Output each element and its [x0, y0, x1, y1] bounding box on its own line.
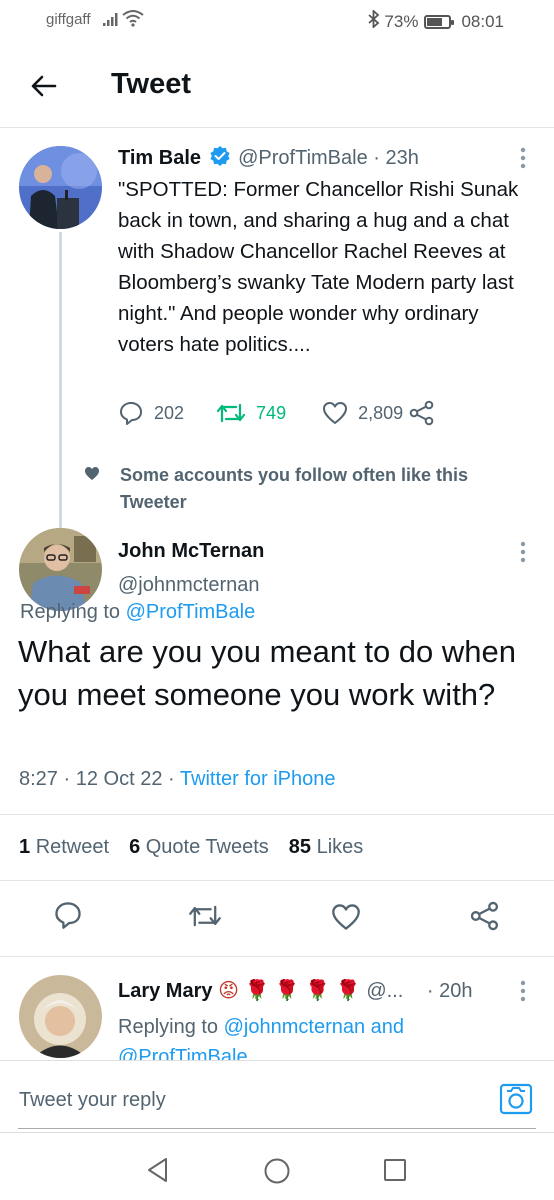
battery-percent: 73% [384, 11, 419, 31]
quote-label: Quote Tweets [145, 836, 269, 858]
tweet1-handle[interactable]: @ProfTimBale [238, 147, 368, 169]
tweet2-meta: 8:27 · 12 Oct 22 · Twitter for iPhone [19, 768, 336, 791]
tweet1-header: Tim Bale @ProfTimBale · 23h [118, 145, 419, 173]
tweet1-actions: 202 749 2,809 [118, 400, 435, 426]
replying-and: and [370, 1016, 405, 1038]
avatar-lary-mary[interactable] [19, 975, 102, 1058]
share-icon [470, 901, 499, 931]
status-right: 73% 08:01 [368, 8, 504, 33]
tweet1-retweet-count: 749 [256, 402, 287, 423]
divider [0, 956, 554, 957]
page-title: Tweet [111, 68, 192, 100]
wifi-icon [122, 9, 144, 32]
tweet2-replying-to: Replying to @ProfTimBale [20, 601, 255, 624]
camera-icon[interactable] [499, 1083, 533, 1115]
clock: 08:01 [461, 11, 504, 31]
top-bar: Tweet [0, 42, 554, 128]
carrier-name: giffgaff [46, 11, 91, 28]
system-nav-bar [0, 1132, 554, 1200]
retweet-icon [189, 905, 221, 927]
tweet2-time: 8:27 [19, 768, 58, 790]
tweet1-reply-count: 202 [154, 402, 185, 423]
reply-button[interactable] [53, 900, 83, 935]
tweet2-source-link[interactable]: Twitter for iPhone [180, 768, 336, 790]
tweet3-handle[interactable]: @... [366, 980, 403, 1002]
share-button[interactable] [470, 900, 500, 937]
quote-count: 6 [129, 836, 141, 858]
back-arrow-icon[interactable] [28, 70, 60, 102]
likes-stat[interactable]: 85 Likes [289, 836, 364, 859]
tweet3-replying-to: Replying to @johnmcternan and @ProfTimBa… [118, 1012, 538, 1064]
tweet1-separator: · [373, 147, 380, 169]
tweet2-handle[interactable]: @johnmcternan [118, 574, 259, 597]
replying-prefix: Replying to [118, 1016, 219, 1038]
tweet1-like-button[interactable]: 2,809 [322, 401, 403, 425]
nav-home-icon[interactable] [263, 1157, 291, 1190]
tweet2-stats: 1 Retweet 6 Quote Tweets 85 Likes [19, 836, 363, 859]
social-context-text: Some accounts you follow often like this… [120, 465, 469, 512]
bluetooth-icon [368, 8, 380, 33]
status-bar: giffgaff 73% 08:01 [0, 0, 554, 42]
tweet3-separator: · [426, 980, 434, 1002]
reply-composer[interactable]: Tweet your reply [0, 1060, 554, 1132]
nav-recents-icon[interactable] [383, 1158, 407, 1187]
tweet2-text: What are you you meant to do when you me… [18, 634, 517, 712]
tweet1-share-button[interactable] [409, 400, 435, 426]
replying-handle-link[interactable]: @johnmcternan [224, 1016, 365, 1038]
thread-connector-line [59, 232, 62, 528]
tweet1-time[interactable]: 23h [386, 147, 419, 169]
avatar-john-mcternan[interactable] [19, 528, 102, 611]
retweet-icon [216, 403, 246, 423]
reply-icon [120, 402, 142, 425]
tweet3-time[interactable]: 20h [439, 980, 472, 1002]
tweet2-more-icon[interactable] [520, 541, 526, 563]
retweet-count: 1 [19, 836, 31, 858]
tweet2-date: 12 Oct 22 [75, 768, 163, 790]
tweet3-header: Lary Mary 😡 🌹 🌹 🌹 🌹 @... · 20h [118, 978, 472, 1003]
retweets-stat[interactable]: 1 Retweet [19, 836, 109, 859]
tweet1-reply-button[interactable]: 202 [118, 400, 184, 426]
like-button[interactable] [331, 903, 361, 936]
heart-icon [332, 904, 360, 930]
retweet-label: Retweet [35, 836, 110, 858]
share-icon [409, 400, 434, 426]
like-count: 85 [288, 836, 312, 858]
reply-icon [55, 902, 81, 929]
tweet1-like-count: 2,809 [358, 402, 404, 423]
quotes-stat[interactable]: 6 Quote Tweets [129, 836, 269, 859]
tweet2-author-name[interactable]: John McTernan [118, 540, 264, 563]
tweet2-actions [0, 900, 554, 940]
battery-icon [424, 14, 455, 29]
divider [0, 880, 554, 881]
retweet-button[interactable] [188, 902, 222, 935]
tweet1-text: "SPOTTED: Former Chancellor Rishi Sunak … [118, 178, 519, 356]
meta-separator: · [168, 768, 175, 790]
heart-icon [323, 402, 348, 424]
tweet1-more-icon[interactable] [520, 147, 526, 169]
meta-separator: · [63, 768, 71, 790]
replying-handle-link[interactable]: @ProfTimBale [126, 601, 256, 623]
tweet3-more-icon[interactable] [520, 980, 526, 1002]
like-label: Likes [316, 836, 364, 858]
replying-prefix: Replying to [20, 601, 121, 623]
nav-back-icon[interactable] [146, 1157, 170, 1188]
tweet3-emoji: 😡 🌹 🌹 🌹 🌹 [218, 980, 361, 1002]
avatar-tim-bale[interactable] [19, 146, 102, 229]
reply-underline [18, 1128, 536, 1129]
divider [0, 814, 554, 815]
verified-badge-icon [209, 145, 231, 173]
tweet1-retweet-button[interactable]: 749 [216, 401, 286, 425]
tweet3-author-name[interactable]: Lary Mary [118, 980, 213, 1002]
signal-icon [103, 12, 121, 31]
small-heart-icon [84, 466, 100, 486]
tweet1-author-name[interactable]: Tim Bale [118, 147, 201, 169]
reply-input[interactable]: Tweet your reply [19, 1089, 166, 1112]
